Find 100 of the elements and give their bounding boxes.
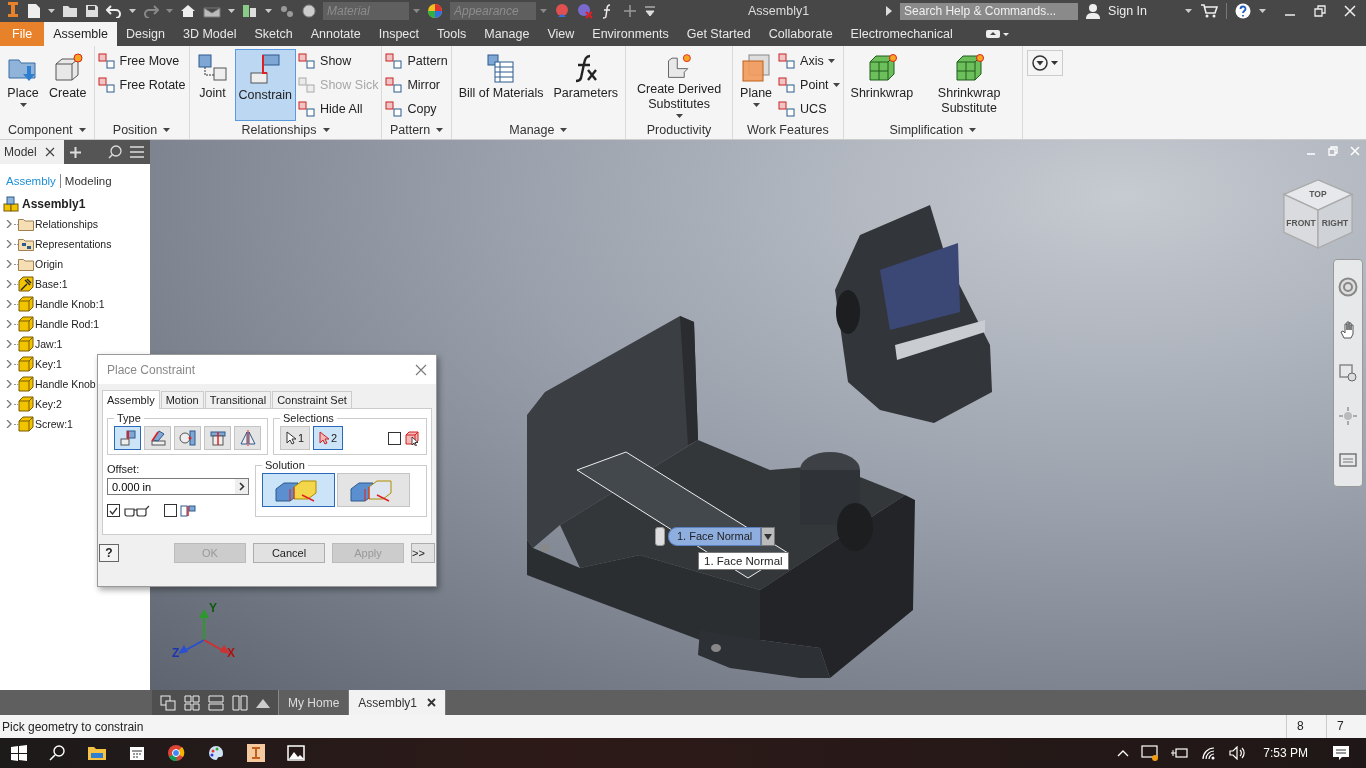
notifications-icon[interactable]	[1332, 745, 1350, 761]
expand-arrow-icon[interactable]	[886, 6, 893, 16]
tree-item[interactable]: Handle Knob	[35, 378, 96, 390]
panel-title[interactable]: Work Features	[736, 121, 840, 139]
ribbon-button[interactable]: Bill of Materials	[454, 49, 548, 121]
selection-button[interactable]: 2	[313, 426, 343, 450]
constraint-type-button[interactable]	[234, 426, 261, 450]
steering-wheel-icon[interactable]	[1338, 277, 1358, 298]
tree-item[interactable]: Representations	[35, 238, 112, 250]
panel-title[interactable]: Manage	[454, 121, 623, 139]
search-field[interactable]: Search Help & Commands...	[900, 2, 1079, 20]
constraint-type-button[interactable]	[144, 426, 171, 450]
menu-icon[interactable]	[130, 146, 144, 158]
home-icon[interactable]	[180, 4, 196, 18]
ribbon-tab[interactable]: View	[538, 22, 584, 46]
ribbon-button[interactable]: Pattern	[385, 51, 448, 71]
chevron-right-icon[interactable]	[5, 360, 13, 368]
ribbon-tab[interactable]: Inspect	[369, 22, 429, 46]
ribbon-button[interactable]: Create	[45, 49, 91, 121]
chevron-up-icon[interactable]	[1117, 749, 1130, 757]
dialog-tab[interactable]: Transitional	[204, 391, 272, 408]
globe-icon[interactable]	[302, 4, 316, 18]
ribbon-button[interactable]: Free Rotate	[97, 75, 186, 95]
ribbon-button[interactable]: Parameters	[549, 49, 623, 121]
solution-button[interactable]	[262, 473, 335, 507]
tile-horizontal-icon[interactable]	[208, 694, 224, 711]
tree-item[interactable]: Handle Rod:1	[35, 318, 100, 330]
solution-button[interactable]	[337, 473, 410, 507]
envelope-icon[interactable]	[203, 4, 221, 18]
battery-icon[interactable]	[1171, 747, 1190, 759]
zoom-icon[interactable]	[1338, 363, 1358, 383]
ribbon-button[interactable]: Joint	[192, 49, 233, 121]
ribbon-tab[interactable]: 3D Model	[173, 22, 246, 46]
checkbox[interactable]	[107, 504, 120, 517]
help-icon[interactable]	[1235, 3, 1251, 19]
blocks-icon[interactable]	[242, 4, 258, 18]
tile-vertical-icon[interactable]	[232, 694, 248, 711]
cascade-icon[interactable]	[160, 694, 176, 711]
dialog-tab[interactable]: Constraint Set	[272, 391, 352, 408]
tree-item[interactable]: Base:1	[35, 278, 68, 290]
ribbon-tab[interactable]: Get Started	[677, 22, 760, 46]
plus-icon[interactable]	[623, 4, 637, 18]
ribbon-button[interactable]: Free Move	[97, 51, 186, 71]
view-cube-label[interactable]: RIGHT	[1321, 217, 1349, 228]
ribbon-tab[interactable]: Tools	[428, 22, 476, 46]
save-icon[interactable]	[85, 4, 99, 18]
triangle-up-icon[interactable]	[256, 697, 270, 708]
restore-icon[interactable]	[1314, 5, 1326, 17]
chevron-right-icon[interactable]	[5, 400, 13, 408]
chevron-right-icon[interactable]	[5, 380, 13, 388]
panel-title[interactable]: Position	[97, 121, 186, 139]
sign-in-link[interactable]: Sign In	[1108, 4, 1147, 18]
panel-title[interactable]: Pattern	[385, 121, 448, 139]
sync-icon[interactable]	[1141, 745, 1160, 761]
tree-item[interactable]: Origin	[35, 258, 63, 270]
view-cube-label[interactable]: TOP	[1309, 188, 1327, 199]
tile-icon[interactable]	[184, 694, 200, 711]
checkbox[interactable]	[164, 504, 177, 517]
tree-item[interactable]: Key:2	[35, 398, 62, 410]
constraint-type-button[interactable]	[174, 426, 201, 450]
panel-title[interactable]: Productivity	[629, 121, 730, 139]
new-file-icon[interactable]	[27, 3, 41, 19]
dialog-button[interactable]: >>	[411, 543, 435, 563]
ribbon-button[interactable]: UCS	[778, 99, 840, 119]
windows-start-icon[interactable]	[11, 745, 27, 761]
tree-item[interactable]: Assembly1	[22, 197, 86, 211]
chevron-right-icon[interactable]	[5, 280, 13, 288]
ribbon-button[interactable]: Show	[298, 51, 379, 71]
tree-item[interactable]: Screw:1	[35, 418, 73, 430]
ribbon-button[interactable]: Shrinkwrap	[846, 49, 918, 121]
search-icon[interactable]	[49, 745, 65, 761]
dropdown-button[interactable]	[1027, 50, 1064, 76]
document-tab[interactable]: Assembly1	[349, 690, 447, 715]
panel-title[interactable]: Component	[3, 121, 91, 139]
file-explorer-icon[interactable]	[87, 745, 107, 761]
panel-title[interactable]: Simplification	[846, 121, 1020, 139]
ribbon-tab[interactable]: Design	[117, 22, 174, 46]
calendar-icon[interactable]	[129, 745, 145, 761]
constraint-type-button[interactable]	[204, 426, 231, 450]
ribbon-tab[interactable]: Assemble	[44, 22, 118, 46]
panel-title[interactable]: Relationships	[192, 121, 379, 139]
chevron-right-icon[interactable]	[5, 340, 13, 348]
ribbon-tab[interactable]: Sketch	[245, 22, 302, 46]
tree-item[interactable]: Relationships	[35, 218, 99, 230]
ribbon-tab[interactable]: Annotate	[301, 22, 370, 46]
help-button[interactable]: ?	[99, 544, 119, 562]
chevron-right-icon[interactable]	[5, 220, 13, 228]
ribbon-button[interactable]: Create Derived Substitutes	[629, 49, 730, 121]
chevron-right-icon[interactable]	[5, 320, 13, 328]
close-icon[interactable]	[44, 147, 55, 157]
overflow-icon[interactable]	[644, 5, 656, 17]
close-icon[interactable]	[427, 698, 437, 707]
dialog-tab[interactable]: Assembly	[102, 390, 160, 409]
image-icon[interactable]	[287, 745, 305, 761]
ribbon-button[interactable]: Point	[778, 75, 840, 95]
panel-toggle-icon[interactable]	[985, 29, 1010, 39]
constraint-type-button[interactable]	[114, 426, 141, 450]
selection-button[interactable]: 1	[280, 426, 310, 450]
ribbon-button[interactable]: Hide All	[298, 99, 379, 119]
view-cube[interactable]: TOP FRONT RIGHT	[1280, 176, 1356, 252]
